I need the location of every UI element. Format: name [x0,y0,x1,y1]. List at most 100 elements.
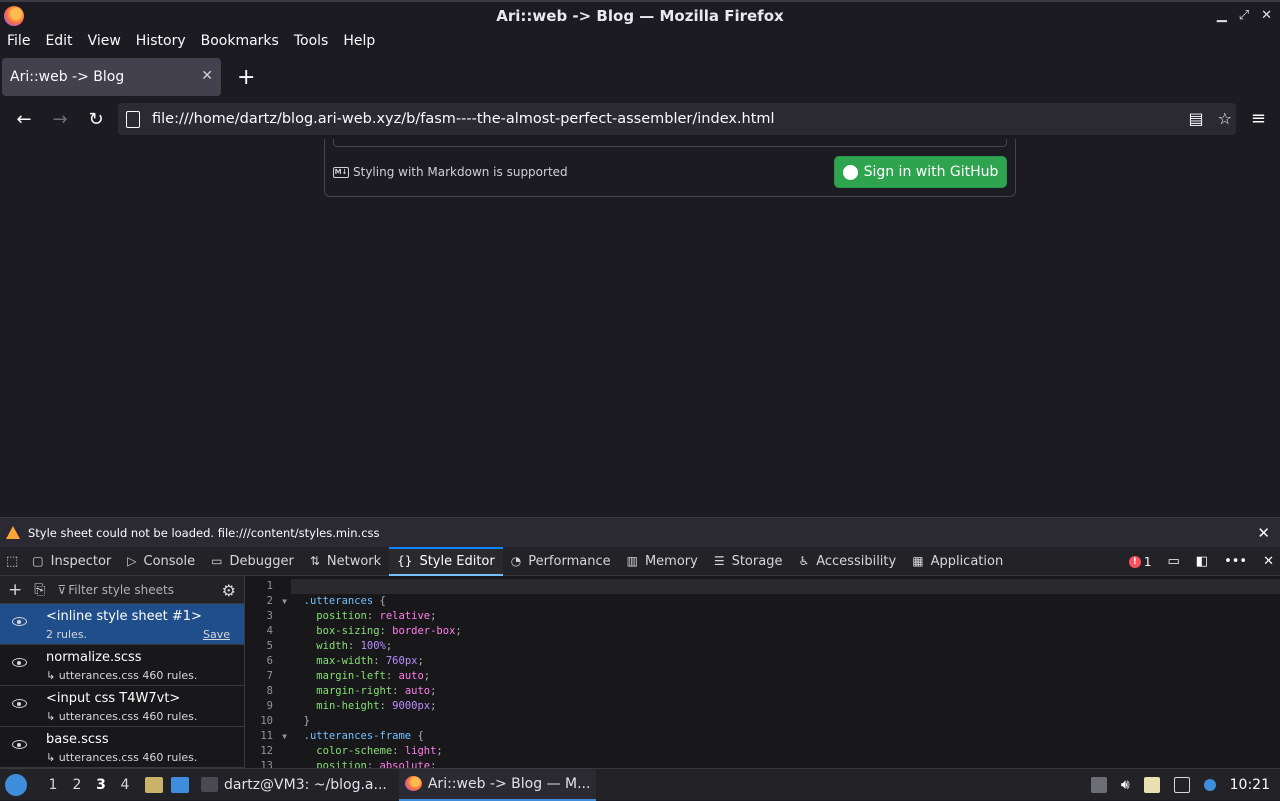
tab-debugger[interactable]: ▭ Debugger [203,547,302,576]
stylesheet-item[interactable]: base.scss ↳ utterances.css 460 rules. [0,727,244,768]
code-line: min-height: 9000px; [316,700,437,712]
workspace-3[interactable]: 3 [89,777,113,793]
add-stylesheet-icon[interactable]: + [8,580,22,600]
tab-close-icon[interactable]: ✕ [201,68,213,84]
code-line: box-sizing: border-box; [316,625,462,637]
comment-textarea[interactable] [333,139,1007,147]
bookmark-star-icon[interactable]: ☆ [1218,109,1232,128]
firefox-icon [404,776,422,791]
sign-in-github-label: Sign in with GitHub [863,164,999,180]
minimize-icon[interactable]: ▁ [1217,8,1227,23]
more-options-icon[interactable]: ••• [1224,554,1247,569]
save-link[interactable]: Save [203,628,230,641]
import-stylesheet-icon[interactable]: ⎘ [34,582,45,598]
markdown-icon: M↓ [333,166,349,178]
network-icon: ⇅ [309,554,320,568]
stylesheet-toolbar: + ⎘ ⊽ Filter style sheets ⚙ [0,576,244,604]
url-text[interactable]: file:///home/dartz/blog.ari-web.xyz/b/fa… [152,111,775,127]
workspace-4[interactable]: 4 [113,777,137,793]
tab-application[interactable]: ▦ Application [904,547,1011,576]
new-tab-icon[interactable]: + [237,65,255,90]
network-tray-icon[interactable] [1173,777,1190,793]
storage-icon: ☰ [713,554,725,568]
menu-file[interactable]: File [7,33,30,49]
css-code-editor[interactable]: 1 2 ▼ 3 4 5 6 7 8 9 10 11 ▼ 12 13 .utterances { positi… [245,576,1280,768]
forward-icon[interactable]: → [48,109,72,130]
code-line: margin-left: auto; [316,670,431,682]
menu-help[interactable]: Help [343,33,375,49]
close-warning-icon[interactable]: ✕ [1257,524,1270,542]
menu-bookmarks[interactable]: Bookmarks [201,33,279,49]
stylesheet-list: + ⎘ ⊽ Filter style sheets ⚙ <inline styl… [0,576,245,768]
update-icon[interactable] [1203,779,1216,791]
tab-storage[interactable]: ☰ Storage [706,547,791,576]
window-titlebar: Ari::web -> Blog — Mozilla Firefox ▁ ⤢ ✕ [0,0,1280,30]
url-bar[interactable]: file:///home/dartz/blog.ari-web.xyz/b/fa… [118,103,1236,135]
sign-in-github-button[interactable]: Sign in with GitHub [834,156,1007,188]
menu-tools[interactable]: Tools [294,33,329,49]
fold-arrow-icon[interactable]: ▼ [282,594,287,609]
tab-style-editor[interactable]: {} Style Editor [389,546,503,576]
eye-icon[interactable] [12,740,27,749]
line-number-gutter: 1 2 ▼ 3 4 5 6 7 8 9 10 11 ▼ 12 13 [245,579,291,768]
stylesheet-item[interactable]: <input css T4W7vt> ↳ utterances.css 460 … [0,686,244,727]
eye-icon[interactable] [12,617,27,626]
tab-console[interactable]: ▷ Console [119,547,203,576]
restore-icon[interactable]: ⤢ [1239,8,1249,23]
line-number: 7 [266,670,273,682]
dock-side-icon[interactable]: ◧ [1196,554,1208,569]
clipboard-icon[interactable] [1143,777,1160,793]
performance-icon: ◔ [510,554,522,568]
page-document-icon [126,110,140,128]
menu-edit[interactable]: Edit [45,33,72,49]
task-terminal[interactable]: dartz@VM3: ~/blog.a... [195,769,393,801]
line-number: 12 [260,745,273,757]
error-icon: ! [1128,555,1141,568]
line-number: 8 [266,685,273,697]
code-area[interactable]: .utterances { position: relative; box-si… [291,579,1280,768]
close-devtools-icon[interactable]: ✕ [1263,554,1274,569]
task-firefox[interactable]: Ari::web -> Blog — M... [398,768,597,801]
menu-view[interactable]: View [88,33,121,49]
element-picker-icon[interactable]: ⬚ [0,547,24,576]
tray-app-icon[interactable] [1090,777,1107,793]
code-line: position: relative; [316,610,437,622]
stylesheet-item[interactable]: normalize.scss ↳ utterances.css 460 rule… [0,645,244,686]
tab-performance[interactable]: ◔ Performance [503,547,619,576]
back-icon[interactable]: ← [12,109,36,130]
workspace-1[interactable]: 1 [41,777,65,793]
tab-inspector[interactable]: ▢ Inspector [24,547,119,576]
tab-memory[interactable]: ▥ Memory [619,547,706,576]
tab-network[interactable]: ⇅ Network [302,547,389,576]
tab-accessibility[interactable]: ♿ Accessibility [790,547,904,576]
eye-icon[interactable] [12,699,27,708]
fold-arrow-icon[interactable]: ▼ [282,729,287,744]
error-count-badge[interactable]: ! 1 [1128,555,1151,569]
workspace-2[interactable]: 2 [65,777,89,793]
start-menu-icon[interactable] [5,773,27,796]
stylesheet-item[interactable]: <inline style sheet #1> 2 rules. Save [0,604,244,645]
filter-input[interactable]: Filter style sheets [68,583,174,597]
volume-icon[interactable]: 🔊︎ [1121,777,1130,793]
tab-blog[interactable]: Ari::web -> Blog ✕ [2,58,221,96]
code-line: max-width: 760px; [316,655,424,667]
reader-view-icon[interactable]: ▤ [1189,109,1204,128]
reload-icon[interactable]: ↻ [84,109,108,130]
file-manager-icon[interactable] [145,776,163,793]
desktop-icon[interactable] [171,776,189,793]
responsive-design-icon[interactable]: ▭ [1167,554,1179,569]
code-line [291,579,1280,594]
app-menu-icon[interactable]: ≡ [1251,108,1266,129]
menu-history[interactable]: History [136,33,186,49]
terminal-icon [201,777,218,792]
code-line: .utterances-frame { [291,730,424,742]
gear-icon[interactable]: ⚙ [222,581,236,600]
firefox-logo-icon [4,6,24,26]
warning-icon [6,526,20,539]
eye-icon[interactable] [12,658,27,667]
code-line: position: absolute; [316,760,437,768]
line-number: 2 ▼ [266,594,287,609]
close-icon[interactable]: ✕ [1261,8,1272,23]
tab-label: Ari::web -> Blog [10,69,125,85]
tab-bar: Ari::web -> Blog ✕ + [0,55,1280,99]
